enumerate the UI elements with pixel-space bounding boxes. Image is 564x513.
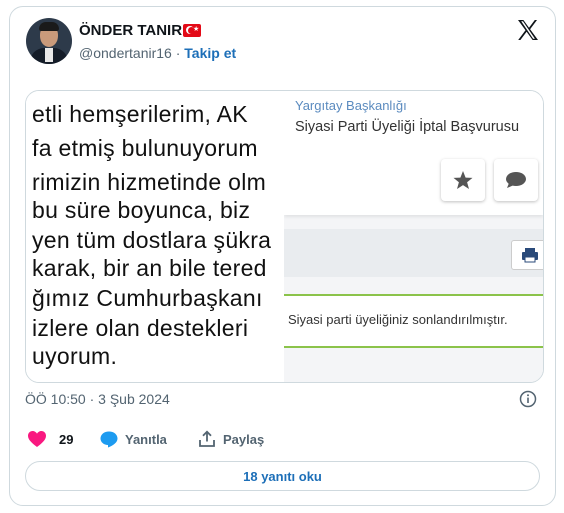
heart-icon [28,431,46,447]
author-handle-row: @ondertanir16 · Takip et [79,45,236,61]
statement-line: etli hemşerilerim, AK [32,101,248,127]
info-icon[interactable] [519,390,537,408]
follow-button[interactable]: Takip et [184,45,236,61]
star-icon [453,171,473,189]
statement-line: izlere olan destekleri [32,315,249,341]
print-button [511,240,543,270]
x-logo-icon[interactable] [516,18,540,42]
author-name[interactable]: ÖNDER TANIR [79,22,182,39]
read-replies-button[interactable]: 18 yanıtı oku [25,461,540,491]
statement-image: etli hemşerilerim, AK fa etmiş bulunuyor… [26,91,284,382]
separator: · [175,45,181,61]
court-header: Yargıtay Başkanlığı Siyasi Parti Üyeliği… [284,91,543,215]
statement-line: bu süre boyunca, biz [32,197,251,223]
court-screenshot: Yargıtay Başkanlığı Siyasi Parti Üyeliği… [284,91,543,382]
star-button [441,159,485,201]
like-button[interactable]: 29 [27,430,73,448]
success-alert: Siyasi parti üyeliğiniz sonlandırılmıştı… [284,294,543,348]
statement-line: uyorum. [32,343,118,369]
reply-bubble-icon [100,431,118,448]
statement-line: yen tüm dostlara şükra [32,227,272,253]
panel-title: Siyasi Parti Üyeliği İptal Başvurusu [295,119,520,135]
avatar[interactable] [26,18,72,64]
turkey-flag-icon: ★ [183,24,201,37]
comment-icon [506,172,526,188]
timestamp[interactable]: ÖÖ 10:50 · 3 Şub 2024 [25,391,170,407]
like-count: 29 [59,431,74,447]
action-bar: 29 Yanıtla Paylaş [25,430,325,450]
share-icon [199,430,215,447]
statement-line: fa etmiş bulunuyorum [32,135,258,161]
tweet-media[interactable]: etli hemşerilerim, AK fa etmiş bulunuyor… [25,90,544,383]
author-handle[interactable]: @ondertanir16 [79,45,172,61]
statement-line: karak, bir an bile tered [32,255,267,281]
panel-subtitle: Yargıtay Başkanlığı [295,98,407,113]
success-message: Siyasi parti üyeliğiniz sonlandırılmıştı… [288,312,508,327]
reply-label: Yanıtla [125,431,167,447]
share-label: Paylaş [223,431,265,447]
reply-button[interactable]: Yanıtla [99,430,167,448]
statement-line: rimizin hizmetinde olm [32,169,267,195]
statement-line: ğımız Cumhurbaşkanı [32,285,263,311]
share-button[interactable]: Paylaş [197,430,264,448]
toolbar-strip [284,229,543,277]
comment-button [494,159,538,201]
print-icon [522,248,538,263]
